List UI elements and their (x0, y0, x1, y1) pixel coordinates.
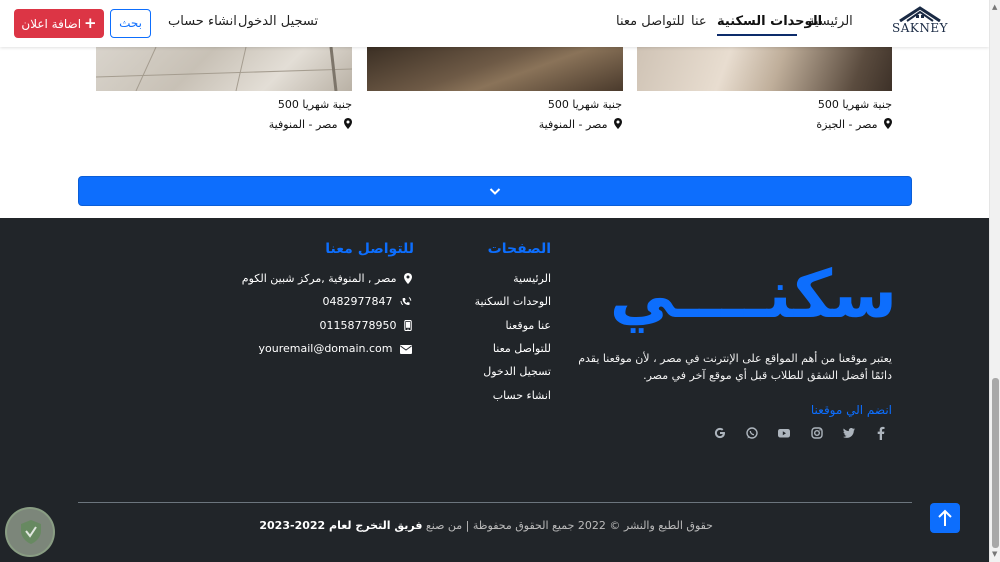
listing-image[interactable] (637, 47, 892, 91)
location-text: مصر - المنوفية (538, 118, 608, 131)
twitter-icon[interactable] (842, 426, 856, 440)
contact-phone: 0482977847 (323, 295, 413, 308)
facebook-icon[interactable] (874, 426, 888, 440)
tile-pattern (95, 46, 353, 92)
footer-link-about[interactable]: عنا موقعنا (505, 319, 551, 332)
page-scrollbar[interactable]: ▲ ▼ (989, 0, 1000, 562)
footer-link-register[interactable]: انشاء حساب (493, 389, 551, 402)
register-link[interactable]: انشاء حساب (168, 14, 237, 29)
arrow-up-icon (938, 509, 952, 526)
watermark-logo (5, 507, 55, 557)
contact-title: للتواصل معنا (325, 241, 414, 257)
contact-address: مصر , المنوفية ,مركز شبين الكوم (242, 272, 412, 285)
location-text: مصر - الجيزة (816, 118, 878, 131)
load-more-button[interactable] (78, 176, 912, 206)
instagram-icon[interactable] (810, 426, 824, 440)
google-icon[interactable] (713, 426, 727, 440)
join-site-label: انضم الي موقعنا (810, 403, 892, 417)
scroll-up-arrow-icon[interactable]: ▲ (992, 3, 997, 11)
listing-price: 500 جنية شهريا (547, 98, 622, 111)
page: SAKNEY الرئيسية الوحدات السكنية عنا للتو… (0, 0, 989, 562)
pages-title: الصفحات (487, 241, 551, 257)
copyright-text: حقوق الطبع والنشر © 2022 جميع الحقوق محف… (259, 519, 713, 532)
listing-location: مصر - الجيزة (816, 118, 892, 131)
footer-link-housing-units[interactable]: الوحدات السكنية (475, 295, 551, 308)
map-pin-icon (404, 273, 412, 284)
email-text[interactable]: youremail@domain.com (258, 342, 392, 355)
house-roof-icon (899, 6, 941, 22)
youtube-icon[interactable] (777, 426, 791, 440)
listing-image[interactable] (95, 46, 353, 92)
footer-logo: سكنــــي (609, 256, 897, 333)
brand-logo[interactable]: SAKNEY (890, 6, 950, 40)
chevron-down-icon (489, 188, 501, 195)
mobile-text: 01158778950 (319, 319, 397, 332)
phone-vibrate-icon (400, 297, 412, 306)
address-text: مصر , المنوفية ,مركز شبين الكوم (241, 272, 397, 285)
listing-location: مصر - المنوفية (269, 118, 352, 131)
add-ad-button[interactable]: اضافة اعلان + (14, 9, 104, 38)
nav-contact[interactable]: للتواصل معنا (616, 14, 685, 29)
scrollbar-thumb[interactable] (992, 378, 999, 548)
footer-link-contact[interactable]: للتواصل معنا (493, 342, 551, 355)
login-link[interactable]: تسجيل الدخول (238, 14, 318, 29)
map-pin-icon (344, 118, 352, 129)
search-button[interactable]: بحث (110, 9, 151, 38)
whatsapp-icon[interactable] (745, 426, 759, 440)
back-to-top-button[interactable] (930, 503, 960, 533)
active-nav-indicator (717, 34, 797, 36)
envelope-icon (400, 345, 412, 354)
navbar: SAKNEY الرئيسية الوحدات السكنية عنا للتو… (0, 0, 989, 47)
footer-link-home[interactable]: الرئيسية (513, 272, 551, 285)
map-pin-icon (884, 118, 892, 129)
location-text: مصر - المنوفية (268, 118, 338, 131)
footer-link-login[interactable]: تسجيل الدخول (483, 365, 551, 378)
mobile-phone-icon (404, 320, 412, 331)
copyright-team: فريق التخرج لعام 2022-2023 (259, 519, 423, 532)
listing-price: 500 جنية شهريا (817, 98, 892, 111)
shield-icon (21, 520, 41, 544)
footer: سكنــــي يعتبر موقعنا من أهم المواقع على… (0, 218, 989, 562)
contact-mobile: 01158778950 (320, 319, 412, 332)
footer-about-text: يعتبر موقعنا من أهم المواقع على الإنترنت… (578, 352, 892, 382)
plus-icon: + (84, 14, 97, 32)
nav-about[interactable]: عنا (691, 14, 707, 29)
add-ad-label: اضافة اعلان (21, 17, 82, 31)
nav-housing-units[interactable]: الوحدات السكنية (717, 14, 822, 29)
listing-image[interactable] (367, 47, 623, 91)
listing-price: 500 جنية شهريا (277, 98, 352, 111)
copyright-prefix: حقوق الطبع والنشر © 2022 جميع الحقوق محف… (425, 519, 713, 532)
scroll-down-arrow-icon[interactable]: ▼ (992, 550, 997, 558)
contact-email: youremail@domain.com (258, 342, 412, 355)
phone-text: 0482977847 (322, 295, 393, 308)
map-pin-icon (614, 118, 622, 129)
footer-divider (78, 502, 912, 503)
brand-name: SAKNEY (891, 21, 949, 35)
listing-location: مصر - المنوفية (539, 118, 622, 131)
